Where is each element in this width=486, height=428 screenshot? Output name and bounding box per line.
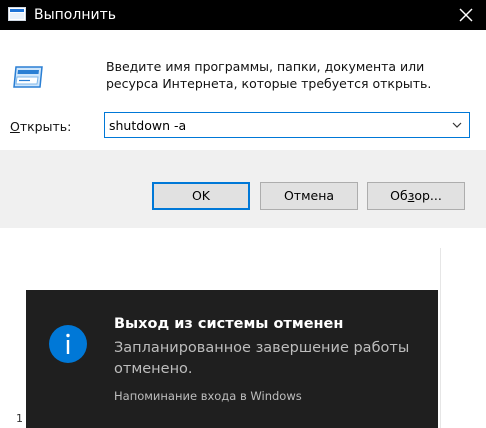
dialog-description: Введите имя программы, папки, документа …	[106, 59, 432, 91]
run-dialog: Выполнить Введите имя программы, папки, …	[0, 0, 486, 228]
title-bar[interactable]: Выполнить	[0, 0, 486, 30]
desktop-area: 1 Выход из системы отменен Запланированн…	[0, 228, 486, 428]
chevron-down-icon[interactable]	[447, 115, 467, 135]
close-icon[interactable]	[454, 3, 478, 27]
browse-label-end: ор...	[414, 188, 442, 203]
open-label-mnemonic: О	[10, 119, 20, 134]
info-icon	[49, 325, 87, 363]
button-bar: OK Отмена Обзор...	[0, 150, 486, 228]
toast-notification[interactable]: Выход из системы отменен Запланированное…	[26, 290, 438, 428]
cancel-button[interactable]: Отмена	[260, 182, 358, 210]
dialog-body: Введите имя программы, папки, документа …	[0, 30, 486, 150]
command-combobox[interactable]	[104, 112, 470, 138]
background-text-fragment: 1	[16, 412, 23, 425]
panel-edge	[440, 248, 441, 428]
browse-button[interactable]: Обзор...	[367, 182, 465, 210]
open-label: Открыть:	[10, 119, 71, 134]
ok-button[interactable]: OK	[152, 182, 250, 210]
toast-title: Выход из системы отменен	[114, 316, 344, 332]
side-panel	[440, 228, 486, 428]
command-input[interactable]	[105, 113, 445, 137]
run-window-icon	[13, 66, 43, 88]
window-title: Выполнить	[34, 7, 116, 23]
toast-source: Напоминание входа в Windows	[114, 389, 302, 403]
run-app-icon	[8, 7, 26, 21]
browse-label-start: Об	[390, 188, 408, 203]
open-label-text: ткрыть:	[19, 119, 72, 134]
toast-body: Запланированное завершение работы отмене…	[114, 340, 410, 377]
